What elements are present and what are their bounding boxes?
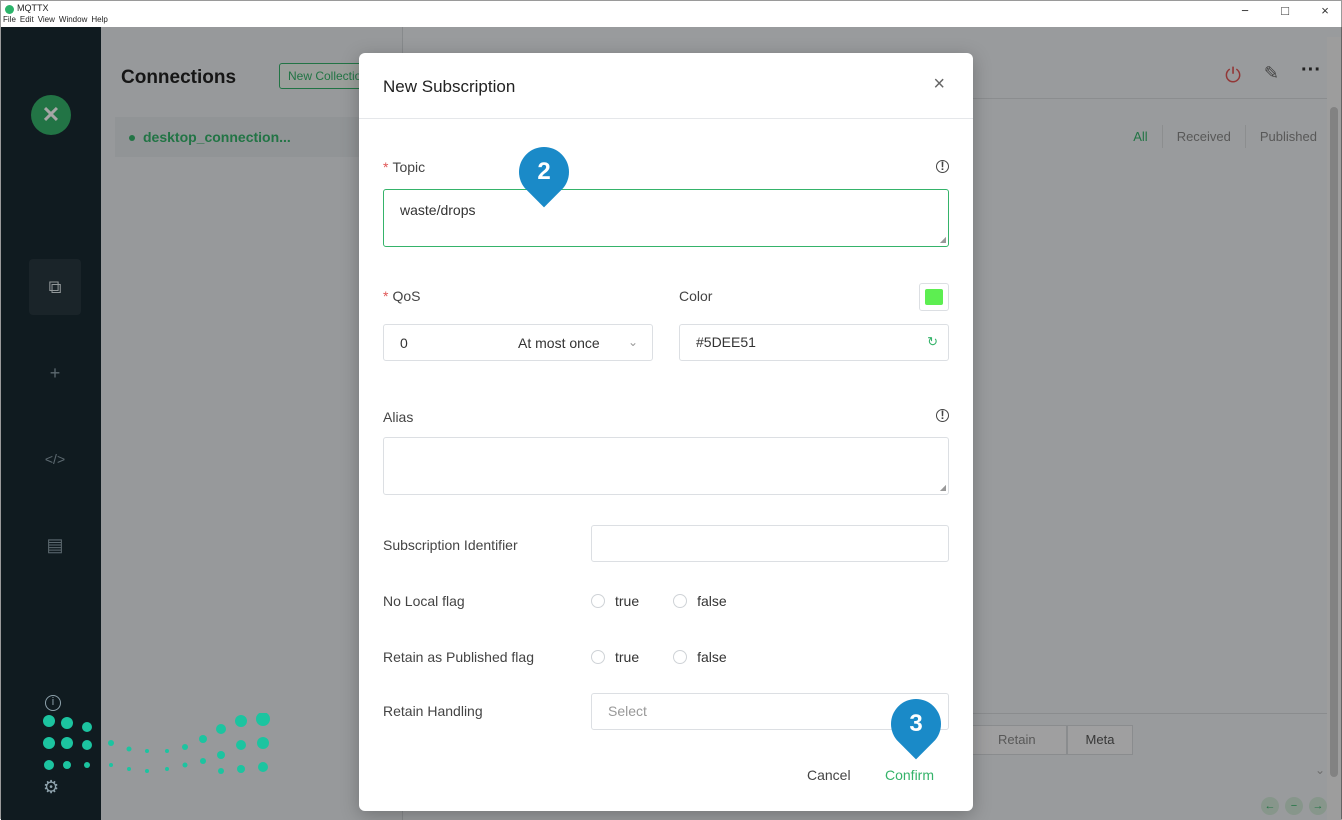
qos-label: * QoS	[383, 288, 421, 304]
topic-label: * Topic	[383, 159, 426, 175]
confirm-button[interactable]: Confirm	[885, 767, 934, 783]
no-local-label: No Local flag	[383, 593, 465, 609]
topic-input[interactable]: waste/drops ◢	[383, 189, 949, 247]
resize-handle-icon[interactable]: ◢	[940, 483, 946, 492]
menu-file[interactable]: File	[3, 15, 16, 24]
title-bar: MQTTX File Edit View Window Help − □ ×	[1, 1, 1341, 27]
menu-bar: File Edit View Window Help	[3, 15, 108, 24]
retain-published-radio-group: true false	[591, 649, 727, 665]
sub-id-label: Subscription Identifier	[383, 537, 518, 553]
color-value: #5DEE51	[696, 334, 756, 350]
menu-edit[interactable]: Edit	[20, 15, 34, 24]
app-title: MQTTX	[17, 3, 49, 13]
no-local-radio-group: true false	[591, 593, 727, 609]
radio-label: true	[615, 649, 640, 665]
radio-label: false	[697, 649, 727, 665]
close-window-button[interactable]: ×	[1315, 3, 1335, 18]
qos-value: 0	[400, 335, 408, 351]
step-marker-3-label: 3	[909, 710, 923, 737]
radio-label: false	[697, 593, 727, 609]
radio-circle	[673, 594, 688, 608]
window-controls: − □ ×	[1235, 3, 1335, 18]
color-label: Color	[679, 288, 713, 304]
qos-label-text: QoS	[392, 288, 421, 304]
color-swatch	[925, 289, 943, 305]
radio-circle	[673, 650, 688, 664]
step-marker-2-label: 2	[537, 158, 551, 185]
radio-circle	[591, 650, 605, 664]
alias-input[interactable]: ◢	[383, 437, 949, 495]
no-local-true-radio[interactable]: true	[591, 593, 639, 609]
no-local-false-radio[interactable]: false	[673, 593, 727, 609]
app-window: MQTTX File Edit View Window Help − □ × ✕…	[0, 0, 1342, 820]
retain-published-label: Retain as Published flag	[383, 649, 534, 665]
menu-window[interactable]: Window	[59, 15, 87, 24]
qos-description: At most once	[518, 335, 600, 351]
dialog-title: New Subscription	[383, 77, 516, 96]
new-subscription-dialog: New Subscription × * Topic ! waste/drops …	[359, 53, 973, 811]
about-icon[interactable]: i	[45, 695, 61, 711]
radio-label: true	[615, 593, 640, 609]
color-input[interactable]: #5DEE51 ↻	[679, 324, 949, 361]
ministry-logo	[43, 713, 270, 774]
alias-label: Alias	[383, 409, 414, 425]
minimize-button[interactable]: −	[1235, 3, 1255, 18]
chevron-down-icon: ⌄	[627, 335, 638, 349]
resize-handle-icon[interactable]: ◢	[940, 235, 946, 244]
qos-select[interactable]: 0 At most once ⌄	[383, 324, 653, 361]
menu-view[interactable]: View	[38, 15, 55, 24]
topic-value: waste/drops	[400, 202, 476, 218]
cancel-button[interactable]: Cancel	[807, 767, 851, 783]
maximize-button[interactable]: □	[1275, 3, 1295, 18]
topic-label-text: Topic	[392, 159, 426, 175]
color-picker[interactable]	[919, 283, 949, 311]
retain-handling-label: Retain Handling	[383, 703, 483, 719]
close-icon[interactable]: ×	[933, 73, 945, 96]
refresh-icon[interactable]: ↻	[927, 334, 938, 350]
topic-info-icon[interactable]: !	[936, 160, 949, 173]
subscription-identifier-input[interactable]	[591, 525, 949, 562]
alias-info-icon[interactable]: !	[936, 409, 949, 422]
radio-circle	[591, 594, 605, 608]
retain-published-true-radio[interactable]: true	[591, 649, 639, 665]
menu-help[interactable]: Help	[91, 15, 107, 24]
dialog-header: New Subscription ×	[359, 53, 973, 119]
retain-published-false-radio[interactable]: false	[673, 649, 727, 665]
app-icon	[5, 5, 14, 14]
